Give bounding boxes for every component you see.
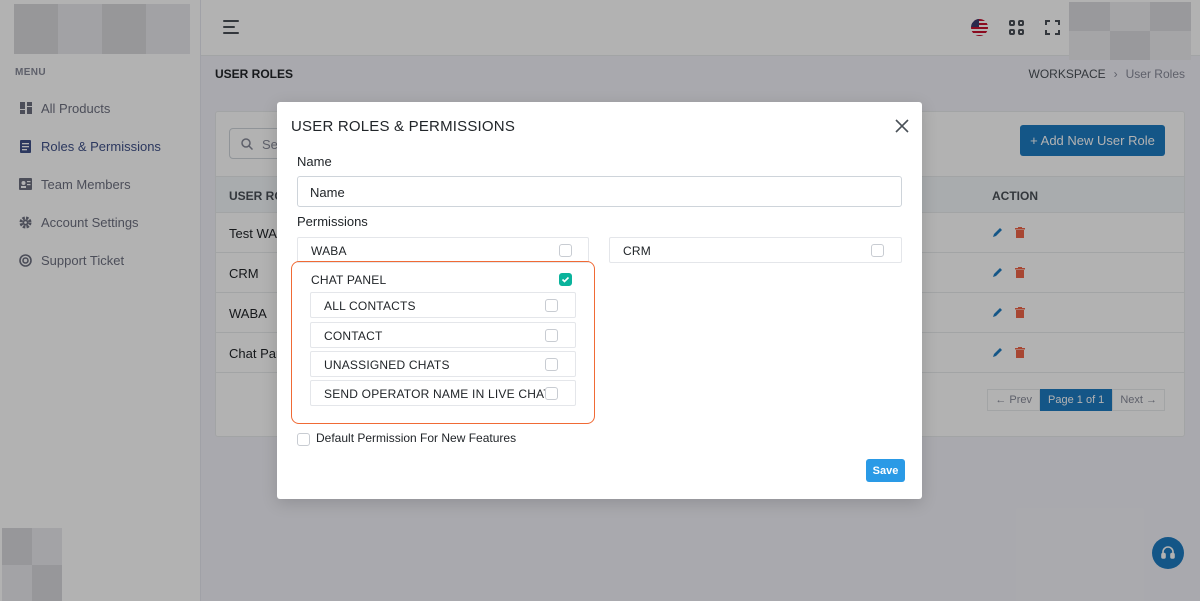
crm-checkbox[interactable] <box>871 244 884 257</box>
chat-panel-checkbox[interactable] <box>559 273 572 286</box>
permission-label: CHAT PANEL <box>311 273 387 287</box>
permission-label: SEND OPERATOR NAME IN LIVE CHAT <box>324 387 551 401</box>
permission-label: CRM <box>623 244 651 258</box>
user-roles-permissions-modal: USER ROLES & PERMISSIONS Name Name Permi… <box>277 102 922 499</box>
all-contacts-checkbox[interactable] <box>545 299 558 312</box>
permission-label: CONTACT <box>324 329 383 343</box>
permission-contact[interactable]: CONTACT <box>310 322 576 348</box>
permissions-label: Permissions <box>297 214 368 229</box>
permission-crm[interactable]: CRM <box>609 237 902 263</box>
permission-unassigned-chats[interactable]: UNASSIGNED CHATS <box>310 351 576 377</box>
permission-send-operator-name[interactable]: SEND OPERATOR NAME IN LIVE CHAT <box>310 380 576 406</box>
default-permission-checkbox[interactable] <box>297 433 310 446</box>
permission-waba[interactable]: WABA <box>297 237 589 263</box>
role-name-input[interactable]: Name <box>297 176 902 207</box>
permission-all-contacts[interactable]: ALL CONTACTS <box>310 292 576 318</box>
close-icon[interactable] <box>895 119 909 133</box>
waba-checkbox[interactable] <box>559 244 572 257</box>
permission-label: ALL CONTACTS <box>324 299 416 313</box>
name-label: Name <box>297 154 332 169</box>
permission-label: WABA <box>311 244 347 258</box>
save-button[interactable]: Save <box>866 459 905 482</box>
checkmark-icon <box>561 276 570 283</box>
permission-label: UNASSIGNED CHATS <box>324 358 450 372</box>
send-operator-name-checkbox[interactable] <box>545 387 558 400</box>
default-permission-label: Default Permission For New Features <box>316 431 517 445</box>
modal-title: USER ROLES & PERMISSIONS <box>291 118 516 135</box>
permission-chat-panel[interactable]: CHAT PANEL <box>297 266 576 292</box>
unassigned-chats-checkbox[interactable] <box>545 358 558 371</box>
contact-checkbox[interactable] <box>545 329 558 342</box>
